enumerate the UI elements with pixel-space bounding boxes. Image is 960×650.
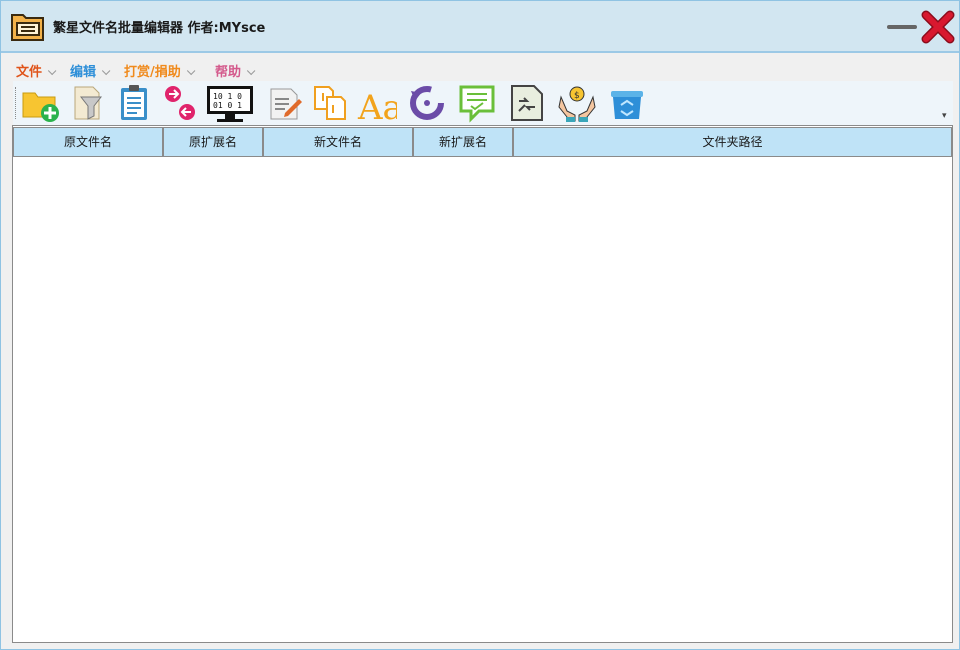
svg-text:$: $	[574, 91, 580, 101]
replace-file-button[interactable]	[507, 83, 547, 123]
undo-button[interactable]	[407, 83, 447, 123]
edit-button[interactable]	[265, 83, 305, 123]
menu-file-label: 文件	[16, 65, 43, 80]
title-bar[interactable]: 繁星文件名批量编辑器 作者:MYsce	[1, 1, 959, 53]
menu-help[interactable]: 帮助	[215, 61, 256, 80]
clipboard-button[interactable]	[115, 83, 155, 123]
clipboard-list-icon	[121, 85, 147, 120]
replace-file-icon	[511, 85, 543, 121]
copy-files-icon	[314, 86, 346, 120]
column-folder-path[interactable]: 文件夹路径	[513, 127, 952, 157]
svg-text:Aa: Aa	[357, 88, 397, 123]
chevron-down-icon	[101, 66, 111, 76]
svg-text:10 1 0: 10 1 0	[213, 92, 242, 101]
table-header: 原文件名 原扩展名 新文件名 新扩展名 文件夹路径	[13, 127, 952, 157]
donate-button[interactable]: $	[557, 83, 597, 123]
window-title: 繁星文件名批量编辑器 作者:MYsce	[53, 21, 266, 36]
font-case-button[interactable]: Aa	[357, 83, 397, 123]
chevron-down-icon	[246, 66, 256, 76]
app-folder-icon	[11, 14, 44, 41]
copy-button[interactable]	[311, 83, 351, 123]
menu-edit[interactable]: 编辑	[70, 61, 111, 80]
toolbar-overflow-button[interactable]: ▾	[942, 111, 947, 121]
column-original-name[interactable]: 原文件名	[13, 127, 163, 157]
toolbar-grip[interactable]	[15, 87, 19, 119]
toolbar: 10 1 0 01 0 1 Aa	[13, 81, 953, 125]
column-original-extension[interactable]: 原扩展名	[163, 127, 263, 157]
undo-icon	[410, 86, 444, 120]
column-new-name[interactable]: 新文件名	[263, 127, 413, 157]
menu-help-label: 帮助	[215, 65, 242, 80]
comment-check-icon	[459, 85, 495, 123]
menu-bar: 文件 编辑 打赏/捐助 帮助	[1, 57, 959, 80]
move-button[interactable]	[161, 83, 201, 123]
binary-button[interactable]: 10 1 0 01 0 1	[205, 83, 255, 123]
binary-monitor-icon: 10 1 0 01 0 1	[207, 86, 253, 122]
add-folder-button[interactable]	[21, 83, 61, 123]
close-button[interactable]	[921, 10, 955, 44]
minimize-button[interactable]	[885, 15, 919, 39]
filter-button[interactable]	[69, 83, 109, 123]
menu-donate-label: 打赏/捐助	[124, 65, 181, 80]
menu-file[interactable]: 文件	[16, 61, 57, 80]
edit-document-icon	[270, 88, 302, 120]
filter-file-icon	[74, 86, 103, 120]
font-case-icon: Aa	[357, 88, 397, 123]
svg-text:01 0 1: 01 0 1	[213, 101, 242, 110]
menu-donate[interactable]: 打赏/捐助	[124, 61, 196, 80]
chevron-down-icon	[47, 66, 57, 76]
recycle-bin-icon	[611, 91, 643, 119]
column-new-extension[interactable]: 新扩展名	[413, 127, 513, 157]
chevron-down-icon	[186, 66, 196, 76]
table-body[interactable]	[13, 158, 952, 642]
comment-check-button[interactable]	[457, 83, 497, 123]
file-list-table[interactable]: 原文件名 原扩展名 新文件名 新扩展名 文件夹路径	[12, 125, 953, 643]
menu-edit-label: 编辑	[70, 65, 97, 80]
recycle-bin-button[interactable]	[607, 83, 647, 123]
move-in-out-icon	[165, 86, 195, 120]
donate-hands-icon: $	[558, 86, 596, 122]
app-window: 繁星文件名批量编辑器 作者:MYsce 文件 编辑 打赏/捐助 帮助 10 1 …	[0, 0, 960, 650]
add-folder-icon	[22, 92, 59, 122]
